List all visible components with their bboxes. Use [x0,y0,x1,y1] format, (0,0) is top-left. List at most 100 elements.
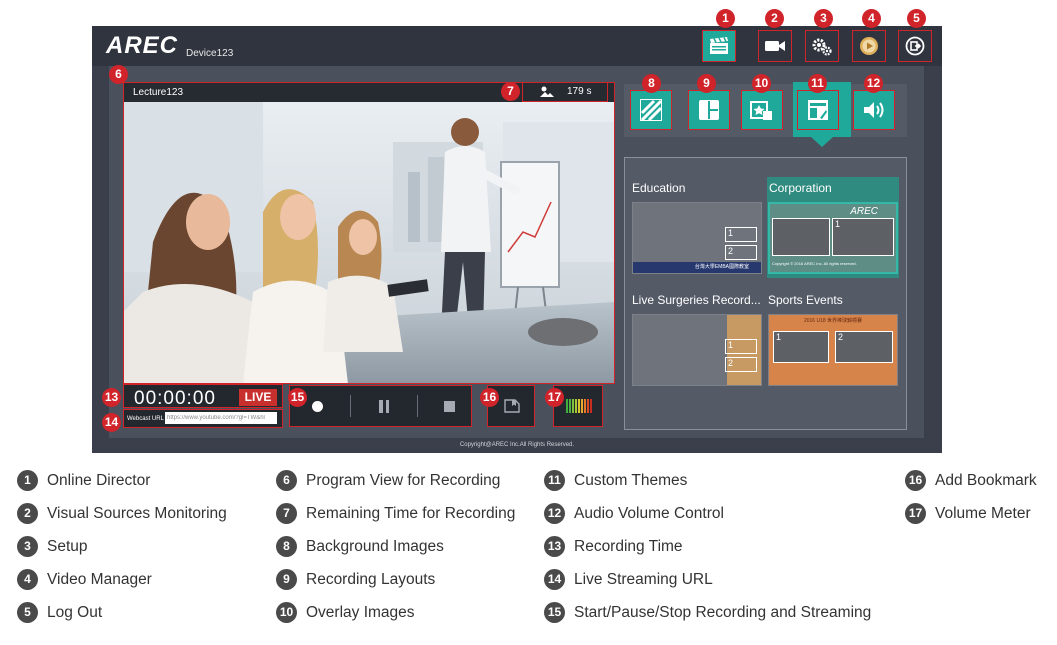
tab-overlay-images[interactable] [741,90,783,130]
callout-badge-15: 15 [288,388,307,407]
callout-badge-4: 4 [862,9,881,28]
active-tab-pointer [811,137,833,147]
legend-label: Program View for Recording [306,472,501,489]
online-director-button[interactable] [702,30,736,62]
legend-number: 17 [905,503,926,524]
theme-title-corporation-selected: Corporation [769,181,832,195]
copyright: Copyright@AREC Inc.All Rights Reserved. [459,442,575,448]
video-manager-button[interactable] [852,30,886,62]
callout-badge-14: 14 [102,413,121,432]
arec-logo: AREC [106,32,179,59]
callout-badge-5: 5 [907,9,926,28]
logout-button[interactable] [898,30,932,62]
callout-badge-9: 9 [697,74,716,93]
thumb-slot-2: 2 [725,357,757,372]
legend-label: Custom Themes [574,472,688,489]
legend-label: Background Images [306,538,444,555]
callout-badge-6: 6 [109,65,128,84]
webcast-url-highlight [123,409,283,428]
legend-number: 8 [276,536,297,557]
theme-corporation[interactable]: AREC 1 Copyright © 2016 AREC Inc. All ri… [768,202,898,274]
legend-number: 14 [544,569,565,590]
legend-label: Video Manager [47,571,152,588]
theme-sports-events[interactable]: 2016 U18 世界棒球錦標賽 1 2 [768,314,898,386]
legend-number: 10 [276,602,297,623]
callout-badge-10: 10 [752,74,771,93]
legend-label: Audio Volume Control [574,505,724,522]
thumb-slot-1: 1 [725,227,757,242]
theme-footer: 台灣大學EMBA國際教室 [633,262,761,273]
legend-label: Recording Layouts [306,571,436,588]
theme-title-live-surgeries: Live Surgeries Record... [632,293,761,307]
thumb-slot-1: 1 [773,331,829,363]
callout-badge-8: 8 [642,74,661,93]
legend-number: 6 [276,470,297,491]
thumb-slot-1 [772,218,830,256]
legend-label: Live Streaming URL [574,571,713,588]
background-stripes-icon [640,99,662,121]
video-manager-icon [860,37,878,55]
legend-number: 15 [544,602,565,623]
legend-label: Add Bookmark [935,472,1037,489]
legend-number: 7 [276,503,297,524]
legend-label: Volume Meter [935,505,1031,522]
callout-badge-16: 16 [480,388,499,407]
recording-time-highlight [123,384,283,408]
legend-number: 9 [276,569,297,590]
callout-badge-2: 2 [765,9,784,28]
legend-label: Remaining Time for Recording [306,505,516,522]
legend-number: 1 [17,470,38,491]
clapperboard-icon [710,37,728,54]
legend-number: 2 [17,503,38,524]
thumb-slot-2: 2 [835,331,893,363]
layout-grid-icon [699,100,719,120]
theme-icon [808,100,828,120]
thumb-slot-2: 2 [725,245,757,260]
gears-icon [812,38,832,56]
theme-title-education: Education [632,181,686,195]
overlay-image-icon [750,101,772,120]
theme-live-surgeries[interactable]: 1 2 [632,314,762,386]
theme-footer: Copyright © 2016 AREC Inc. All rights re… [772,261,857,266]
legend-number: 11 [544,470,565,491]
tab-custom-themes[interactable] [797,90,839,130]
legend-number: 13 [544,536,565,557]
program-view-highlight [123,82,615,384]
tab-recording-layouts[interactable] [688,90,730,130]
thumb-slot-2: 1 [832,218,894,256]
callout-badge-1: 1 [716,9,735,28]
callout-badge-11: 11 [808,74,827,93]
theme-title-sports-events: Sports Events [768,293,843,307]
theme-header: 2016 U18 世界棒球錦標賽 [803,318,863,324]
top-bar: AREC Device123 [92,26,942,66]
device-name: Device123 [186,48,234,59]
remaining-time-highlight [522,82,608,102]
callout-badge-17: 17 [545,388,564,407]
legend-label: Start/Pause/Stop Recording and Streaming [574,604,872,621]
tab-background-images[interactable] [630,90,672,130]
theme-education[interactable]: 1 2 台灣大學EMBA國際教室 [632,202,762,274]
legend-number: 5 [17,602,38,623]
legend-label: Recording Time [574,538,683,555]
callout-badge-12: 12 [864,74,883,93]
legend-label: Overlay Images [306,604,415,621]
thumb-slot-1: 1 [725,339,757,354]
callout-badge-7: 7 [501,82,520,101]
legend-label: Visual Sources Monitoring [47,505,227,522]
legend-label: Log Out [47,604,103,621]
callout-badge-3: 3 [814,9,833,28]
legend-label: Setup [47,538,88,555]
remaining-time: 179 s [567,86,592,97]
legend-number: 4 [17,569,38,590]
tab-audio-volume[interactable] [853,90,895,130]
legend-number: 3 [17,536,38,557]
setup-button[interactable] [805,30,839,62]
legend-number: 12 [544,503,565,524]
speaker-icon [864,102,884,118]
legend-label: Online Director [47,472,151,489]
visual-sources-button[interactable] [758,30,792,62]
theme-brand: AREC [850,206,878,217]
video-camera-icon [765,41,785,51]
legend-number: 16 [905,470,926,491]
logout-icon [905,36,925,56]
